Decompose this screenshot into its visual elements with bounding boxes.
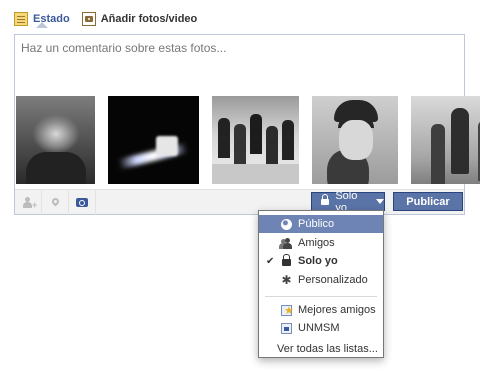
photo-thumbnail[interactable] bbox=[411, 96, 480, 184]
composer-toolbar: + Solo yo Publicar bbox=[15, 189, 464, 215]
location-pin-icon bbox=[50, 196, 60, 207]
photo-icon bbox=[81, 12, 96, 26]
menu-item-friends[interactable]: Amigos bbox=[259, 234, 383, 252]
add-location-button[interactable] bbox=[42, 190, 69, 215]
comment-input[interactable]: Haz un comentario sobre estas fotos... bbox=[21, 41, 226, 55]
tab-add-photos[interactable]: Añadir fotos/video bbox=[81, 12, 198, 26]
menu-item-only-me[interactable]: ✔ Solo yo bbox=[259, 252, 383, 270]
list-icon bbox=[281, 322, 292, 334]
menu-item-unmsm[interactable]: UNMSM bbox=[259, 319, 383, 337]
gear-icon: ✱ bbox=[281, 272, 292, 287]
notepad-icon bbox=[14, 12, 28, 26]
chevron-down-icon bbox=[376, 199, 384, 204]
star-list-icon bbox=[281, 304, 294, 317]
menu-item-public[interactable]: Público bbox=[259, 215, 383, 233]
photo-thumbnail[interactable] bbox=[108, 96, 199, 184]
menu-item-label: Personalizado bbox=[298, 274, 368, 286]
menu-item-label: UNMSM bbox=[298, 322, 340, 334]
tab-pointer bbox=[36, 22, 48, 28]
menu-divider bbox=[265, 296, 377, 297]
menu-item-best-friends[interactable]: Mejores amigos bbox=[259, 301, 383, 319]
add-person-icon: + bbox=[23, 197, 37, 210]
tab-add-photos-label: Añadir fotos/video bbox=[100, 13, 198, 25]
friends-icon bbox=[281, 237, 292, 249]
photo-thumbnails bbox=[16, 96, 480, 184]
menu-item-label: Solo yo bbox=[298, 255, 338, 267]
menu-item-custom[interactable]: ✱ Personalizado bbox=[259, 271, 383, 289]
globe-icon bbox=[281, 218, 292, 230]
photo-thumbnail[interactable] bbox=[212, 96, 299, 184]
privacy-selector-button[interactable]: Solo yo bbox=[311, 190, 385, 214]
photo-thumbnail[interactable] bbox=[16, 96, 95, 184]
privacy-menu: Público Amigos ✔ Solo yo ✱ Personalizado… bbox=[258, 210, 384, 358]
add-photo-button[interactable] bbox=[69, 190, 96, 215]
publish-button[interactable]: Publicar bbox=[393, 192, 463, 211]
tag-people-button[interactable]: + bbox=[15, 190, 42, 215]
camera-icon bbox=[76, 198, 88, 207]
menu-item-label: Amigos bbox=[298, 237, 335, 249]
photo-thumbnail[interactable] bbox=[312, 96, 398, 184]
composer-box: Haz un comentario sobre estas fotos... +… bbox=[14, 34, 480, 215]
checkmark-icon: ✔ bbox=[266, 255, 275, 267]
lock-icon bbox=[321, 194, 330, 206]
lock-icon bbox=[281, 253, 292, 267]
menu-item-label: Mejores amigos bbox=[298, 304, 376, 316]
see-all-lists-link[interactable]: Ver todas las listas... bbox=[277, 343, 378, 355]
menu-item-label: Público bbox=[298, 218, 335, 230]
